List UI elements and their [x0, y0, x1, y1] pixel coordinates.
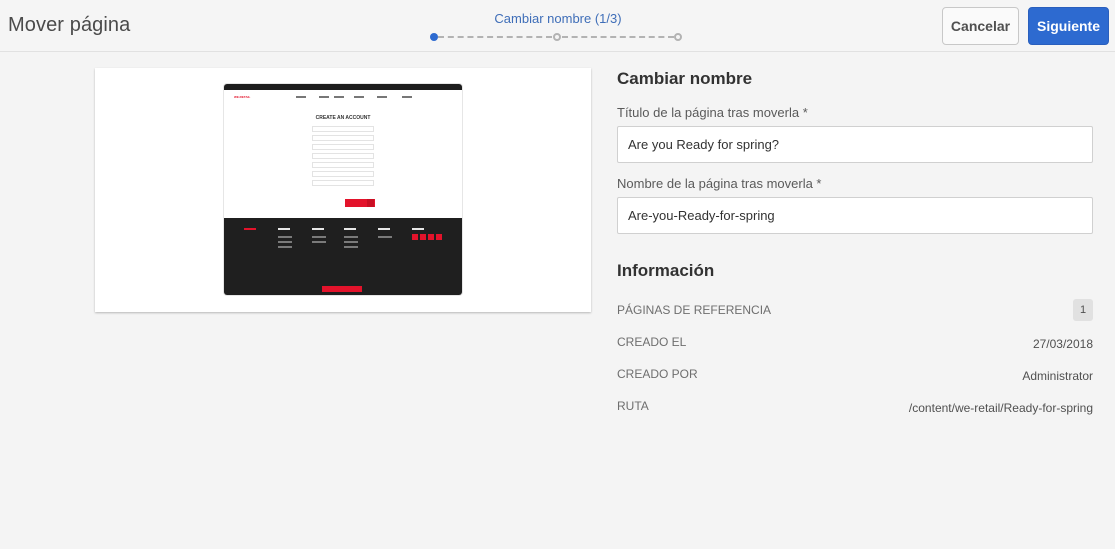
info-row-references: PÁGINAS DE REFERENCIA 1: [617, 299, 1093, 323]
header-bar: Mover página Cambiar nombre (1/3) Cancel…: [0, 0, 1115, 52]
info-section-title: Información: [617, 261, 715, 280]
info-value: /content/we-retail/Ready-for-spring: [908, 401, 1093, 415]
thumb-footer-link: [344, 246, 358, 248]
thumb-logo: WE.RETAIL: [234, 95, 251, 99]
thumb-nav-link: [334, 96, 344, 98]
thumb-social-icon: [412, 234, 418, 240]
thumb-nav-link: [402, 96, 412, 98]
references-count-badge[interactable]: 1: [1073, 299, 1093, 321]
page-name-input[interactable]: [617, 197, 1093, 234]
thumb-field: [312, 135, 374, 141]
thumb-nav-link: [354, 96, 364, 98]
thumb-field: [312, 126, 374, 132]
thumb-footer-link: [344, 236, 358, 238]
thumb-footer-heading: [378, 228, 390, 230]
thumb-footer-logo: [244, 228, 256, 230]
wizard-connector: [438, 36, 552, 38]
thumb-footer-heading: [312, 228, 324, 230]
info-row-created-by: CREADO POR Administrator: [617, 363, 1093, 387]
page-thumbnail: WE.RETAIL CREATE AN ACCOUNT: [224, 84, 462, 295]
thumb-footer-link: [378, 236, 392, 238]
thumb-field: [312, 153, 374, 159]
thumb-register-arrow: [367, 199, 374, 207]
thumb-nav: [224, 90, 462, 112]
next-button[interactable]: Siguiente: [1028, 7, 1109, 45]
thumb-footer: [224, 218, 462, 295]
thumb-footer-link: [278, 246, 292, 248]
info-row-path: RUTA /content/we-retail/Ready-for-spring: [617, 395, 1093, 419]
rename-section-title: Cambiar nombre: [617, 69, 753, 88]
wizard-steps: Cambiar nombre (1/3): [430, 11, 686, 43]
page-preview-card: WE.RETAIL CREATE AN ACCOUNT: [95, 68, 591, 312]
info-value: Administrator: [1022, 369, 1093, 383]
thumb-social-icon: [428, 234, 434, 240]
thumb-footer-heading: [278, 228, 290, 230]
wizard-connector: [562, 36, 674, 38]
thumb-nav-link: [296, 96, 306, 98]
wizard-step-3-dot: [674, 33, 682, 41]
wizard-step-label: Cambiar nombre (1/3): [494, 11, 622, 26]
cancel-button[interactable]: Cancelar: [942, 7, 1019, 45]
page-title: Mover página: [8, 14, 131, 36]
page-title-label: Título de la página tras moverla *: [617, 105, 808, 120]
thumb-social-icon: [420, 234, 426, 240]
thumb-nav-link: [319, 96, 329, 98]
thumb-field: [312, 162, 374, 168]
wizard-step-2-dot: [553, 33, 561, 41]
thumb-social-icon: [436, 234, 442, 240]
info-key: RUTA: [617, 399, 649, 413]
thumb-field: [312, 144, 374, 150]
thumb-footer-heading: [412, 228, 424, 230]
thumb-field: [312, 180, 374, 186]
thumb-footer-link: [312, 241, 326, 243]
info-value: 27/03/2018: [1032, 337, 1093, 351]
thumb-nav-link: [377, 96, 387, 98]
thumb-footer-heading: [344, 228, 356, 230]
thumb-form-title: CREATE AN ACCOUNT: [315, 115, 371, 121]
thumb-footer-link: [344, 241, 358, 243]
thumb-field: [312, 171, 374, 177]
info-key: PÁGINAS DE REFERENCIA: [617, 303, 772, 317]
page-name-label: Nombre de la página tras moverla *: [617, 176, 822, 191]
info-key: CREADO POR: [617, 367, 698, 381]
thumb-footer-link: [278, 236, 292, 238]
thumb-footer-link: [312, 236, 326, 238]
wizard-track: [430, 33, 686, 41]
thumb-back-to-top: [322, 286, 362, 292]
page-title-input[interactable]: [617, 126, 1093, 163]
thumb-footer-link: [278, 241, 292, 243]
info-row-created-on: CREADO EL 27/03/2018: [617, 331, 1093, 355]
info-key: CREADO EL: [617, 335, 687, 349]
wizard-step-1-dot: [430, 33, 438, 41]
